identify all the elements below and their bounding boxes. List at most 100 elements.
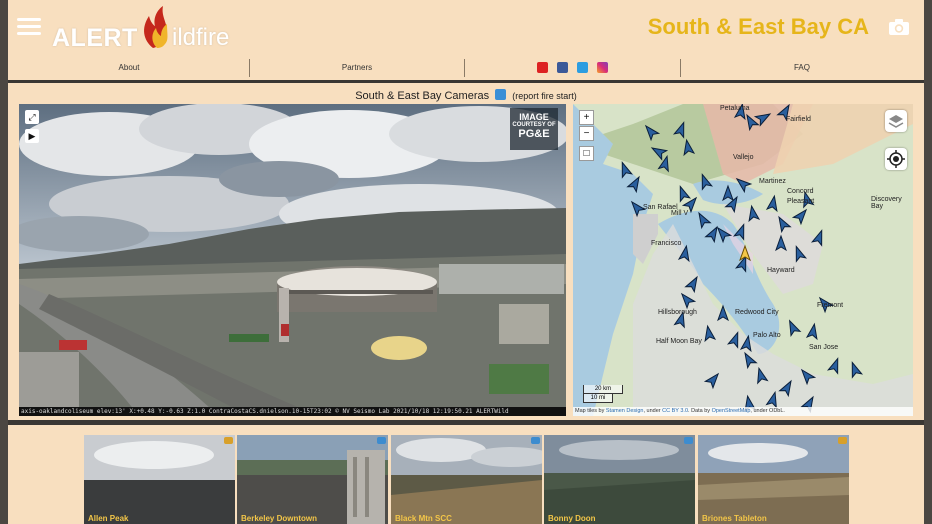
alertwildfire-logo[interactable]: ALERT ildfire	[52, 4, 262, 54]
map-label-hillsborough: Hillsborough	[658, 309, 697, 316]
map-label-palo-alto: Palo Alto	[753, 332, 781, 339]
map-label-fairfield: Fairfield	[786, 116, 811, 123]
camera-marker-icon[interactable]	[618, 161, 634, 179]
thumbnail-briones-tableton[interactable]: Briones Tableton	[698, 435, 849, 524]
camera-marker-icon[interactable]	[672, 121, 688, 139]
fullscreen-icon[interactable]: ⤢	[25, 110, 39, 124]
camera-marker-icon[interactable]	[698, 173, 714, 191]
logo-alert-text: ALERT	[52, 24, 138, 52]
camera-marker-icon[interactable]	[805, 322, 819, 341]
camera-marker-icon[interactable]	[798, 367, 817, 386]
camera-scene	[19, 104, 566, 416]
camera-marker-icon[interactable]	[682, 138, 696, 157]
youtube-icon[interactable]	[537, 62, 548, 73]
locate-icon[interactable]	[885, 148, 907, 170]
camera-marker-icon[interactable]	[717, 304, 729, 322]
camera-marker-icon[interactable]	[677, 244, 691, 263]
camera-marker-icon[interactable]	[722, 184, 734, 202]
camera-marker-icon[interactable]	[775, 215, 792, 234]
play-icon[interactable]: ▶	[25, 129, 39, 143]
cameras-panel: South & East Bay Cameras (report fire st…	[8, 83, 924, 420]
nav-partners[interactable]: Partners	[250, 56, 464, 80]
camera-marker-icon[interactable]	[753, 110, 772, 127]
thumbnail-allen-peak[interactable]: Allen Peak	[84, 435, 235, 524]
fullscreen-map-icon[interactable]: □	[579, 146, 594, 161]
map-label-san-jose: San Jose	[809, 344, 839, 351]
thumb-badge-icon	[838, 437, 847, 444]
camera-marker-icon[interactable]	[684, 275, 702, 294]
thumb-badge-icon	[531, 437, 540, 444]
cc-link[interactable]: CC BY 3.0	[662, 408, 688, 414]
camera-image[interactable]: ⤢ ▶ IMAGE COURTESY OF PG&E axis-oaklandc…	[19, 104, 566, 416]
camera-marker-icon[interactable]	[848, 361, 864, 379]
map-label-concord: Concord	[787, 188, 814, 195]
camera-marker-icon[interactable]	[739, 334, 753, 353]
camera-marker-icon[interactable]	[726, 331, 742, 349]
camera-marker-icon[interactable]	[741, 351, 758, 370]
thumbnail-berkeley-downtown[interactable]: Berkeley Downtown	[237, 435, 388, 524]
page-border-left	[0, 0, 8, 524]
thumb-badge-icon	[684, 437, 693, 444]
map-label-half-moon-bay: Half Moon Bay	[656, 338, 702, 345]
map-label-petaluma: Petaluma	[720, 105, 750, 112]
nav-divider	[464, 59, 465, 77]
camera-marker-icon[interactable]	[785, 319, 802, 337]
map-label-mill-valley: Mill V	[671, 210, 689, 217]
map-label-martinez: Martinez	[759, 178, 786, 185]
camera-icon[interactable]	[888, 18, 910, 36]
camera-marker-icon[interactable]	[703, 324, 717, 343]
thumb-badge-icon	[377, 437, 386, 444]
camera-marker-icon[interactable]	[732, 223, 748, 241]
camera-marker-icon[interactable]	[743, 113, 760, 132]
page-border-right	[924, 0, 932, 524]
thumbnail-bonny-doon[interactable]: Bonny Doon	[544, 435, 695, 524]
map-label-pleasant: Pleasant	[787, 198, 815, 205]
camera-marker-icon[interactable]	[642, 123, 661, 142]
camera-marker-icon[interactable]	[810, 229, 826, 247]
camera-marker-icon[interactable]	[703, 371, 722, 390]
camera-marker-icon[interactable]	[676, 185, 692, 203]
camera-marker-icon[interactable]	[650, 144, 669, 161]
thumbnail-label: Briones Tableton	[702, 514, 767, 523]
camera-marker-icon[interactable]	[775, 234, 787, 252]
camera-marker-icon[interactable]	[778, 379, 796, 398]
facebook-icon[interactable]	[557, 62, 568, 73]
twitter-icon[interactable]	[577, 62, 588, 73]
camera-markers-layer	[618, 104, 864, 414]
camera-marker-icon[interactable]	[791, 207, 810, 226]
page-title: South & East Bay CA	[647, 14, 869, 39]
osm-link[interactable]: OpenStreetMap	[712, 408, 751, 414]
thumbnail-black-mtn-scc[interactable]: Black Mtn SCC	[391, 435, 542, 524]
camera-marker-icon[interactable]	[734, 175, 753, 194]
report-fire-link[interactable]: (report fire start)	[512, 91, 577, 101]
map-scale-km: 20 km	[583, 385, 623, 394]
camera-marker-icon[interactable]	[704, 225, 722, 244]
zoom-in-button[interactable]: +	[579, 110, 594, 125]
camera-marker-icon[interactable]	[792, 245, 808, 263]
map-label-vallejo: Vallejo	[733, 154, 754, 161]
camera-marker-icon[interactable]	[765, 390, 780, 409]
zoom-out-button[interactable]: −	[579, 126, 594, 141]
camera-marker-icon[interactable]	[826, 357, 842, 375]
camera-map[interactable]: Petaluma Fairfield Vallejo Martinez Conc…	[573, 104, 913, 416]
panel-header: South & East Bay Cameras (report fire st…	[8, 89, 924, 102]
instagram-icon[interactable]	[597, 62, 608, 73]
camera-marker-icon[interactable]	[678, 291, 697, 310]
map-label-san-francisco: Francisco	[651, 240, 682, 247]
layers-icon[interactable]	[885, 110, 907, 132]
thumbnail-label: Black Mtn SCC	[395, 514, 452, 523]
panel-title: South & East Bay Cameras	[355, 90, 490, 102]
map-label-hayward: Hayward	[767, 267, 795, 274]
pge-badge: IMAGE COURTESY OF PG&E	[510, 108, 558, 150]
site-header: ALERT ildfire South & East Bay CA About …	[8, 0, 924, 80]
camera-marker-icon[interactable]	[747, 204, 761, 223]
camera-marker-icon[interactable]	[754, 366, 769, 385]
nav-about[interactable]: About	[8, 56, 250, 80]
nav-faq[interactable]: FAQ	[680, 56, 924, 80]
camera-marker-icon[interactable]	[626, 175, 644, 194]
twitter-report-icon[interactable]	[495, 89, 507, 100]
stamen-link[interactable]: Stamen Design	[606, 408, 644, 414]
camera-marker-icon[interactable]	[765, 194, 779, 213]
camera-marker-icon[interactable]	[695, 211, 712, 230]
hamburger-menu-icon[interactable]	[17, 18, 41, 36]
